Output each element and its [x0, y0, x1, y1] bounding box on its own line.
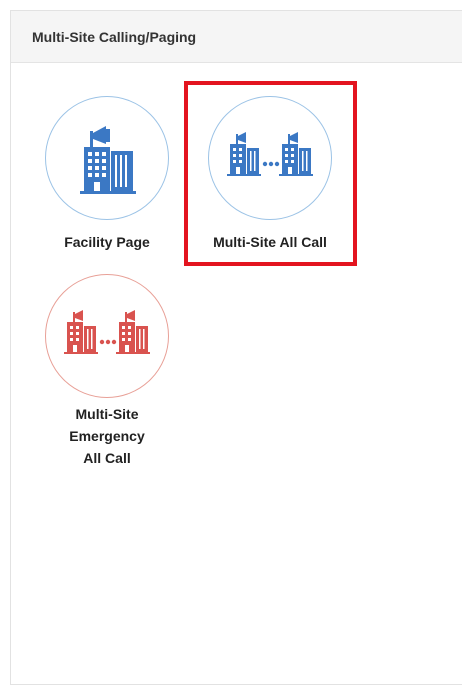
facility-page-circle: [45, 96, 169, 220]
facility-page-icon: [80, 126, 136, 194]
panel-title: Multi-Site Calling/Paging: [32, 28, 197, 45]
label-line-1: Multi-Site: [75, 406, 139, 422]
multi-site-emergency-all-call-circle: [45, 274, 169, 398]
facility-page-label: Facility Page: [64, 234, 150, 250]
multi-site-emergency-all-call-tile[interactable]: Multi-Site Emergency All Call: [37, 274, 177, 469]
selection-highlight: [184, 81, 357, 266]
label-line-3: All Call: [83, 450, 131, 466]
facility-page-tile[interactable]: Facility Page: [37, 96, 177, 253]
panel-header: Multi-Site Calling/Paging: [11, 11, 462, 63]
multi-site-emergency-all-call-label: Multi-Site Emergency All Call: [37, 403, 177, 469]
label-line-2: Emergency: [69, 428, 145, 444]
multi-site-emergency-all-call-icon: [64, 310, 150, 354]
